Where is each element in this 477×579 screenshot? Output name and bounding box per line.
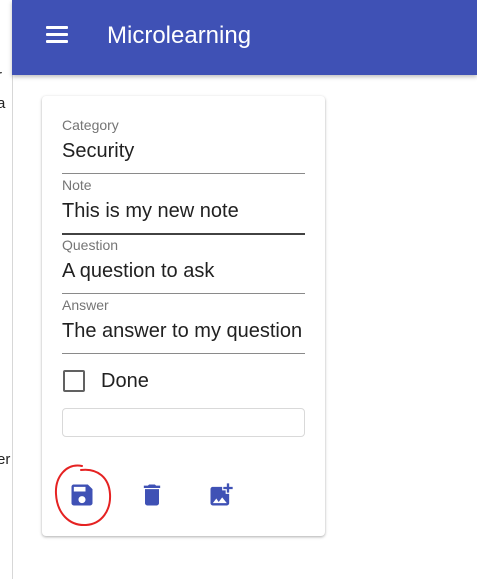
note-underline bbox=[62, 233, 305, 235]
done-label: Done bbox=[101, 370, 149, 392]
question-value[interactable]: A question to ask bbox=[62, 259, 305, 283]
menu-icon[interactable] bbox=[46, 26, 68, 44]
question-field[interactable]: Question A question to ask bbox=[62, 237, 305, 294]
background-window-edge: r a er bbox=[0, 0, 13, 579]
category-underline bbox=[62, 173, 305, 174]
note-card: Category Security Note This is my new no… bbox=[42, 96, 325, 536]
answer-value[interactable]: The answer to my question bbox=[62, 319, 305, 343]
save-icon bbox=[71, 484, 93, 506]
delete-icon bbox=[143, 484, 161, 506]
note-label: Note bbox=[62, 177, 92, 193]
question-underline bbox=[62, 293, 305, 294]
category-value[interactable]: Security bbox=[62, 139, 305, 163]
background-text-fragment: r bbox=[0, 68, 2, 83]
question-label: Question bbox=[62, 237, 119, 253]
done-checkbox[interactable] bbox=[63, 370, 85, 392]
answer-label: Answer bbox=[62, 297, 109, 313]
note-field[interactable]: Note This is my new note bbox=[62, 177, 305, 235]
delete-button[interactable] bbox=[138, 481, 166, 509]
background-text-fragment: er bbox=[0, 451, 11, 468]
extra-input[interactable] bbox=[62, 408, 305, 437]
add-photo-icon bbox=[210, 483, 233, 506]
category-field[interactable]: Category Security bbox=[62, 117, 305, 174]
background-text-fragment: a bbox=[0, 96, 5, 111]
category-label: Category bbox=[62, 117, 119, 133]
answer-field[interactable]: Answer The answer to my question bbox=[62, 297, 305, 354]
app-bar: Microlearning bbox=[12, 0, 477, 75]
save-button[interactable] bbox=[68, 481, 96, 509]
app-title: Microlearning bbox=[107, 22, 252, 49]
note-value[interactable]: This is my new note bbox=[62, 199, 305, 223]
answer-underline bbox=[62, 353, 305, 354]
add-photo-button[interactable] bbox=[207, 481, 235, 509]
